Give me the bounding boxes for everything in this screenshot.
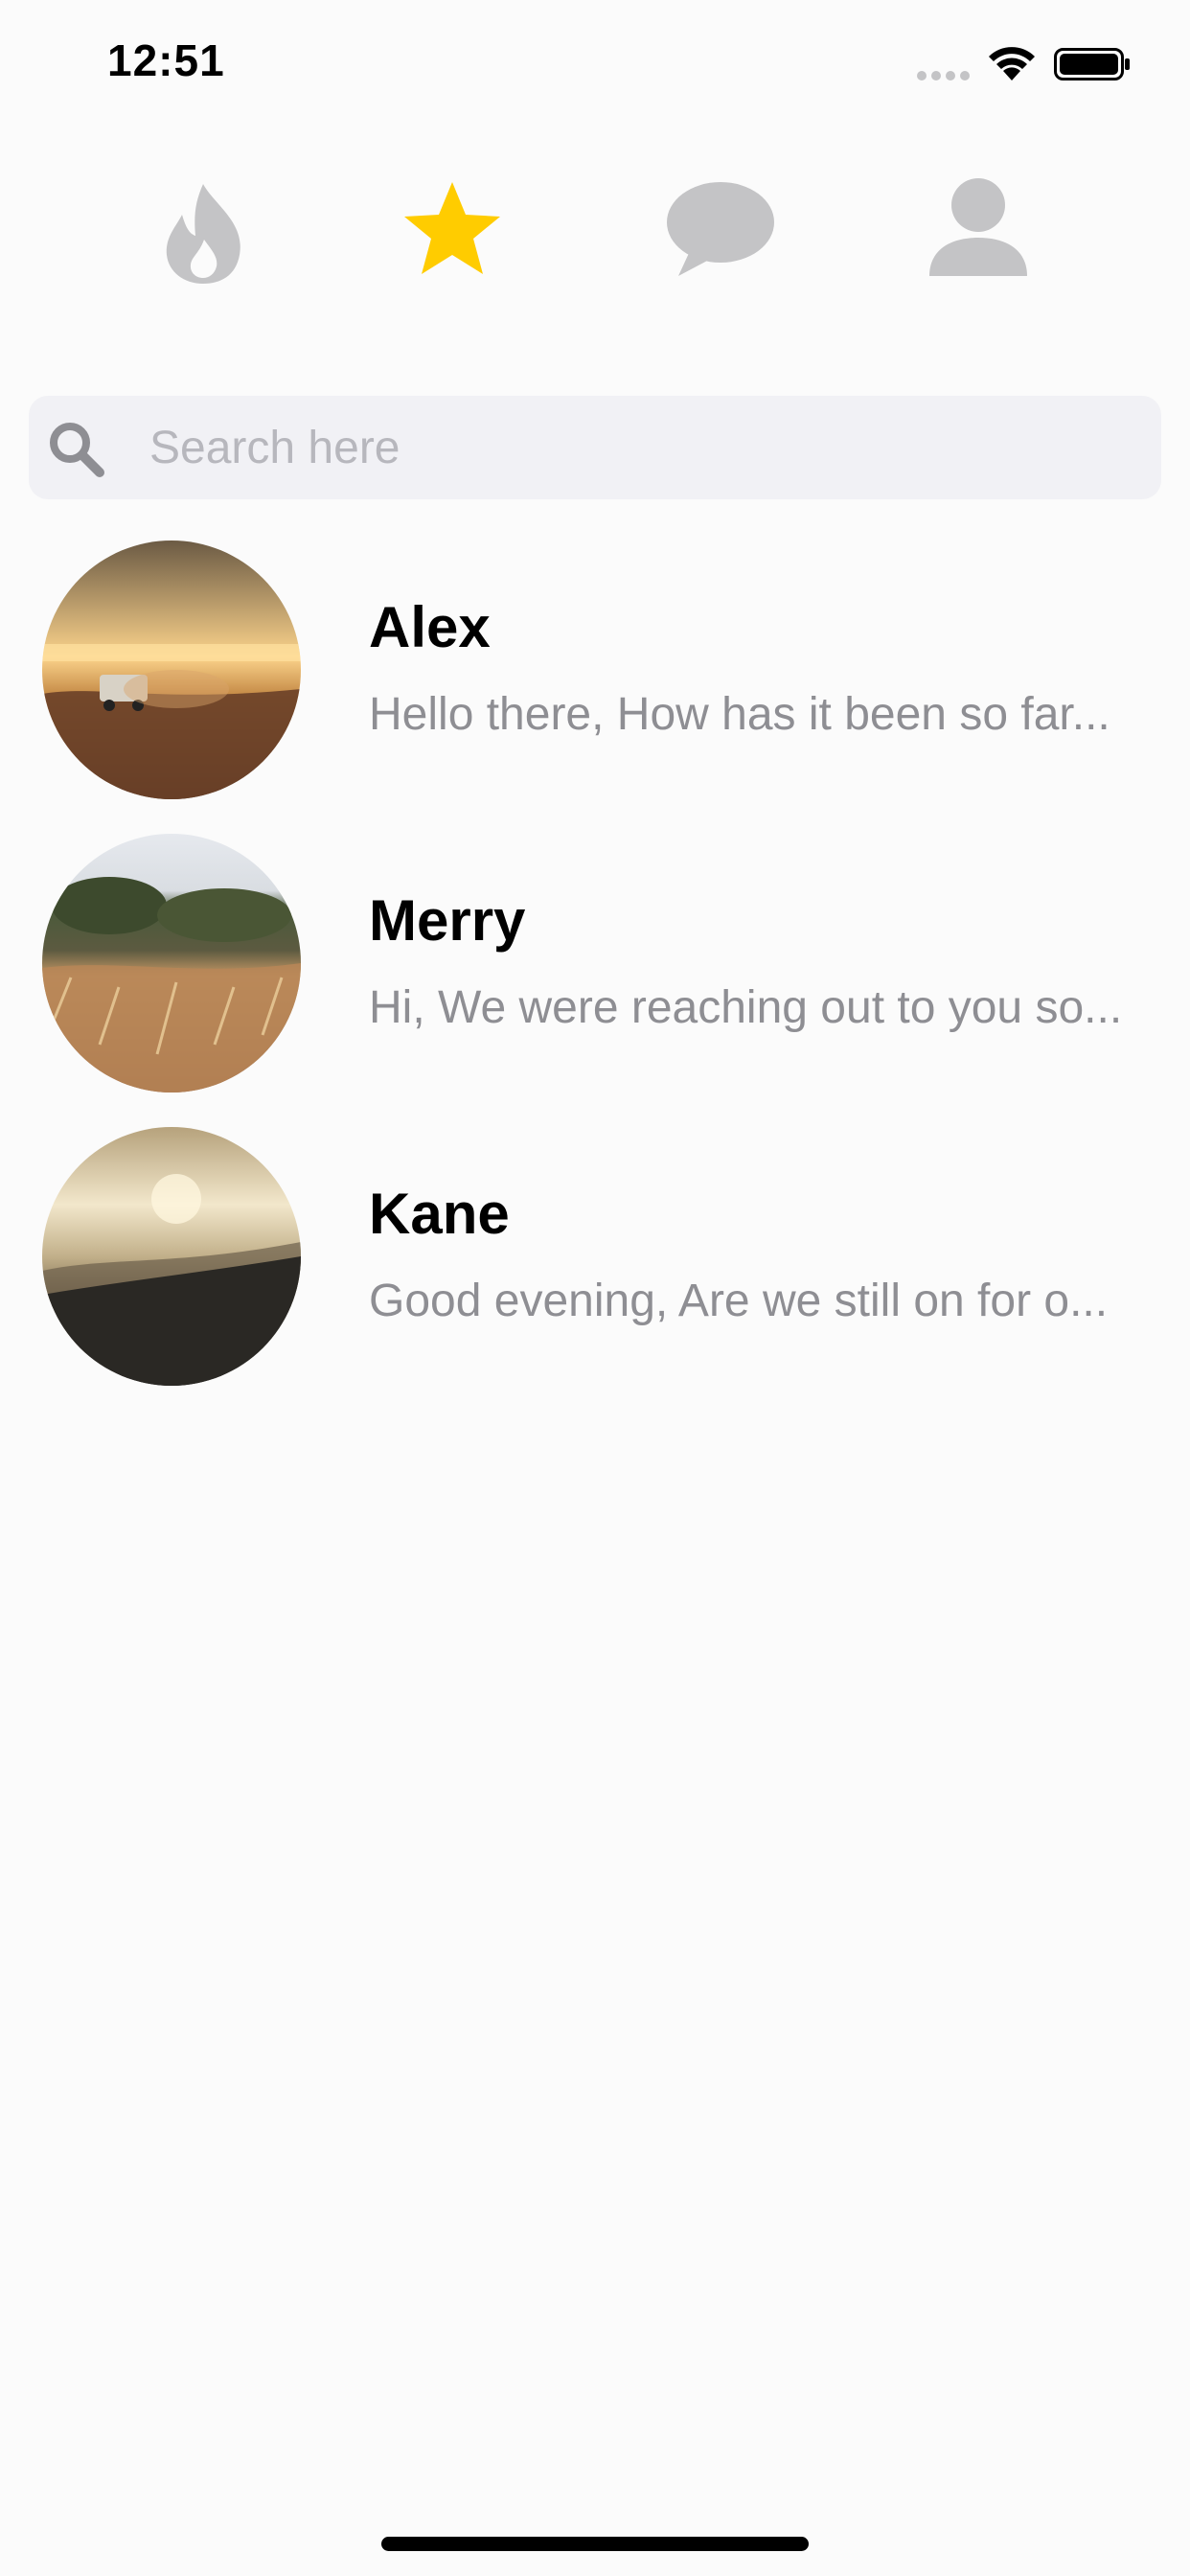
status-bar: 12:51 bbox=[0, 0, 1190, 126]
search-input[interactable] bbox=[121, 396, 1165, 499]
search-bar[interactable] bbox=[29, 396, 1165, 499]
chat-item-alex[interactable]: Alex Hello there, How has it been so far… bbox=[0, 537, 1190, 830]
chat-name: Kane bbox=[369, 1182, 510, 1246]
star-icon[interactable] bbox=[399, 176, 506, 284]
avatar bbox=[42, 834, 301, 1092]
chat-bubble-icon[interactable] bbox=[663, 172, 778, 288]
person-icon[interactable] bbox=[927, 172, 1029, 288]
chat-preview: Hi, We were reaching out to you so... bbox=[369, 982, 1123, 1033]
avatar bbox=[42, 540, 301, 799]
chat-name: Alex bbox=[369, 595, 491, 659]
top-nav bbox=[0, 172, 1190, 297]
chat-list: Alex Hello there, How has it been so far… bbox=[0, 537, 1190, 1416]
status-time: 12:51 bbox=[107, 35, 225, 85]
home-indicator[interactable] bbox=[381, 2537, 809, 2551]
flame-icon[interactable] bbox=[159, 172, 247, 288]
chat-name: Merry bbox=[369, 888, 526, 953]
wifi-icon bbox=[989, 47, 1035, 80]
chat-preview: Hello there, How has it been so far... bbox=[369, 689, 1110, 740]
battery-icon bbox=[1054, 48, 1130, 80]
signal-dots-icon bbox=[917, 71, 970, 80]
search-icon bbox=[50, 423, 104, 477]
chat-preview: Good evening, Are we still on for o... bbox=[369, 1276, 1109, 1326]
chat-item-kane[interactable]: Kane Good evening, Are we still on for o… bbox=[0, 1123, 1190, 1416]
chat-item-merry[interactable]: Merry Hi, We were reaching out to you so… bbox=[0, 830, 1190, 1123]
avatar bbox=[42, 1127, 301, 1386]
